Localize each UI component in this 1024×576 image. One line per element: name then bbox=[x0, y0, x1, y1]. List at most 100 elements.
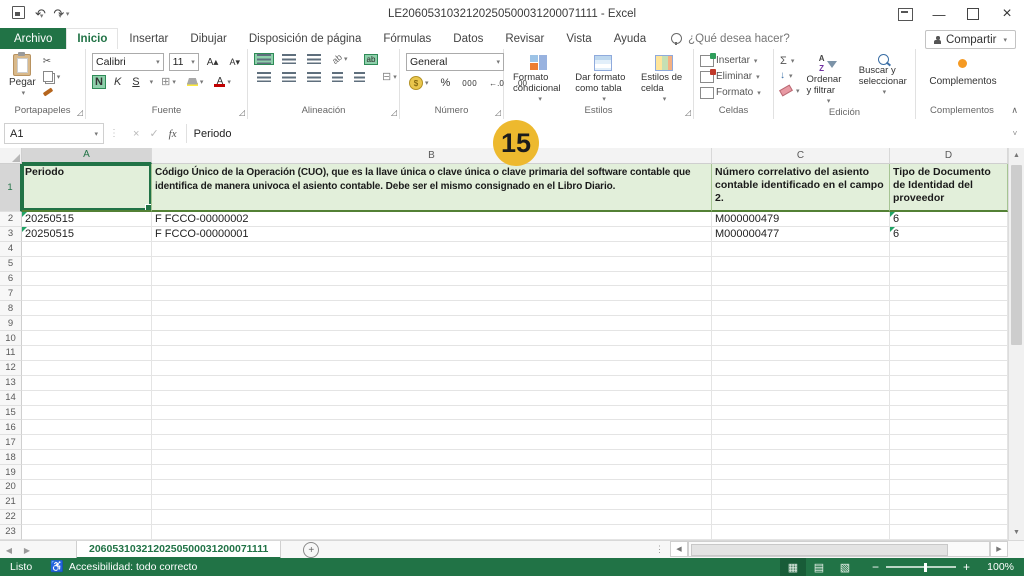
cell-C2[interactable]: M000000479 bbox=[712, 212, 890, 227]
insert-cells-button[interactable]: Insertar▾ bbox=[700, 54, 757, 67]
restore-button[interactable] bbox=[956, 0, 990, 28]
cell-B15[interactable] bbox=[152, 406, 712, 421]
column-header-A[interactable]: A bbox=[22, 148, 152, 164]
fill-button[interactable]: ↓▾ bbox=[780, 69, 800, 82]
paste-button[interactable]: Pegar ▾ bbox=[6, 53, 39, 98]
zoom-slider-thumb[interactable] bbox=[924, 563, 928, 572]
cell-B5[interactable] bbox=[152, 257, 712, 272]
cell-A21[interactable] bbox=[22, 495, 152, 510]
cell-D4[interactable] bbox=[890, 242, 1008, 257]
cell-C16[interactable] bbox=[712, 420, 890, 435]
view-page-layout-button[interactable]: ▤ bbox=[806, 558, 832, 576]
row-header-8[interactable]: 8 bbox=[0, 301, 22, 316]
cell-A13[interactable] bbox=[22, 376, 152, 391]
numero-dialog-launcher[interactable]: ◿ bbox=[495, 109, 501, 117]
row-header-4[interactable]: 4 bbox=[0, 242, 22, 257]
find-select-button[interactable]: Buscar y seleccionar ▾ bbox=[856, 53, 911, 97]
tab-revisar[interactable]: Revisar bbox=[494, 28, 555, 49]
cancel-entry-button[interactable]: × bbox=[133, 128, 139, 140]
cell-styles-button[interactable]: Estilos de celda ▾ bbox=[638, 53, 689, 104]
undo-dropdown-icon[interactable]: ▾ bbox=[40, 13, 44, 20]
horizontal-scroll-track[interactable] bbox=[688, 541, 990, 557]
accounting-format-button[interactable]: $▾ bbox=[406, 75, 432, 91]
align-center-button[interactable] bbox=[279, 71, 299, 83]
cell-D22[interactable] bbox=[890, 510, 1008, 525]
number-format-combo[interactable]: General▾ bbox=[406, 53, 504, 71]
cell-B12[interactable] bbox=[152, 361, 712, 376]
cell-C21[interactable] bbox=[712, 495, 890, 510]
cell-D6[interactable] bbox=[890, 272, 1008, 287]
cell-D13[interactable] bbox=[890, 376, 1008, 391]
customize-qat-button[interactable]: ▾ bbox=[66, 10, 70, 18]
cell-C18[interactable] bbox=[712, 450, 890, 465]
share-button[interactable]: Compartir ▾ bbox=[925, 30, 1016, 49]
accessibility-checker[interactable]: ♿ Accesibilidad: todo correcto bbox=[50, 561, 197, 573]
cell-A8[interactable] bbox=[22, 301, 152, 316]
cell-B16[interactable] bbox=[152, 420, 712, 435]
cell-B19[interactable] bbox=[152, 465, 712, 480]
cell-C11[interactable] bbox=[712, 346, 890, 361]
increase-indent-button[interactable] bbox=[351, 71, 368, 83]
zoom-in-button[interactable]: + bbox=[963, 560, 970, 574]
grow-font-button[interactable]: A▴ bbox=[204, 56, 222, 69]
cell-B21[interactable] bbox=[152, 495, 712, 510]
cell-B14[interactable] bbox=[152, 391, 712, 406]
cell-A16[interactable] bbox=[22, 420, 152, 435]
cell-B2[interactable]: F FCCO-00000002 bbox=[152, 212, 712, 227]
cell-A11[interactable] bbox=[22, 346, 152, 361]
cell-D9[interactable] bbox=[890, 316, 1008, 331]
next-sheet-button[interactable]: ▶ bbox=[18, 541, 36, 559]
cell-C12[interactable] bbox=[712, 361, 890, 376]
column-header-C[interactable]: C bbox=[712, 148, 890, 164]
cell-A5[interactable] bbox=[22, 257, 152, 272]
row-header-18[interactable]: 18 bbox=[0, 450, 22, 465]
tab-disposicion[interactable]: Disposición de página bbox=[238, 28, 373, 49]
merge-center-button[interactable]: ⊟▾ bbox=[379, 69, 400, 84]
cell-B6[interactable] bbox=[152, 272, 712, 287]
cell-D7[interactable] bbox=[890, 286, 1008, 301]
row-header-3[interactable]: 3 bbox=[0, 227, 22, 242]
cell-D20[interactable] bbox=[890, 480, 1008, 495]
insert-function-button[interactable]: fx bbox=[169, 128, 177, 140]
tab-archivo[interactable]: Archivo bbox=[0, 28, 66, 49]
underline-dropdown-icon[interactable]: ▾ bbox=[150, 78, 154, 86]
row-header-15[interactable]: 15 bbox=[0, 406, 22, 421]
orientation-button[interactable]: ab▾ bbox=[329, 53, 351, 65]
portapapeles-dialog-launcher[interactable]: ◿ bbox=[77, 109, 83, 117]
cell-B7[interactable] bbox=[152, 286, 712, 301]
cell-C3[interactable]: M000000477 bbox=[712, 227, 890, 242]
font-name-combo[interactable]: Calibri▾ bbox=[92, 53, 164, 71]
row-header-9[interactable]: 9 bbox=[0, 316, 22, 331]
tab-formulas[interactable]: Fórmulas bbox=[372, 28, 442, 49]
cell-A10[interactable] bbox=[22, 331, 152, 346]
close-button[interactable]: × bbox=[990, 0, 1024, 28]
fill-color-button[interactable]: ▾ bbox=[184, 77, 207, 87]
cell-C5[interactable] bbox=[712, 257, 890, 272]
collapse-ribbon-button[interactable]: ∧ bbox=[1011, 105, 1018, 116]
cell-D5[interactable] bbox=[890, 257, 1008, 272]
cell-B3[interactable]: F FCCO-00000001 bbox=[152, 227, 712, 242]
row-header-10[interactable]: 10 bbox=[0, 331, 22, 346]
zoom-slider[interactable] bbox=[886, 566, 956, 568]
tab-inicio[interactable]: Inicio bbox=[66, 28, 118, 49]
tab-vista[interactable]: Vista bbox=[555, 28, 602, 49]
clear-button[interactable]: ▾ bbox=[780, 84, 800, 97]
fuente-dialog-launcher[interactable]: ◿ bbox=[239, 109, 245, 117]
row-header-16[interactable]: 16 bbox=[0, 420, 22, 435]
save-button[interactable] bbox=[12, 6, 25, 22]
cell-C15[interactable] bbox=[712, 406, 890, 421]
ribbon-display-options-button[interactable] bbox=[888, 0, 922, 28]
vertical-scrollbar[interactable]: ▲ ▼ bbox=[1008, 148, 1024, 540]
cell-A9[interactable] bbox=[22, 316, 152, 331]
italic-button[interactable]: K bbox=[111, 75, 124, 89]
cell-A1[interactable]: Periodo bbox=[22, 164, 152, 212]
cell-A2[interactable]: 20250515 bbox=[22, 212, 152, 227]
scroll-up-button[interactable]: ▲ bbox=[1009, 148, 1024, 163]
underline-button[interactable]: S bbox=[129, 75, 142, 89]
column-header-D[interactable]: D bbox=[890, 148, 1008, 164]
cell-A4[interactable] bbox=[22, 242, 152, 257]
cell-D2[interactable]: 6 bbox=[890, 212, 1008, 227]
cell-C8[interactable] bbox=[712, 301, 890, 316]
previous-sheet-button[interactable]: ◀ bbox=[0, 541, 18, 559]
cell-C13[interactable] bbox=[712, 376, 890, 391]
